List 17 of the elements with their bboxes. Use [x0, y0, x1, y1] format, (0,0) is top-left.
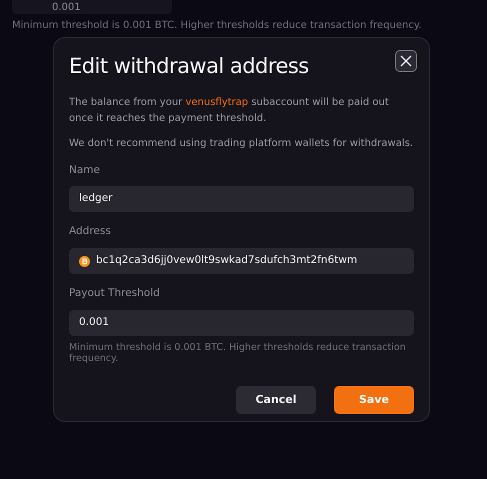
input-field[interactable]: bc1q2ca3d6jj0vew0lt9swkad7sdufch3mt2fn6twm	[69, 248, 414, 274]
input-field[interactable]: 0.001	[69, 310, 414, 336]
close-button[interactable]	[395, 50, 417, 72]
hint-text: Minimum threshold is 0.001 BTC. Higher thresholds reduce transaction frequency.	[69, 342, 407, 364]
subaccount-link[interactable]: venusflytrap	[185, 96, 248, 108]
field-label: Payout Threshold	[69, 286, 161, 301]
bitcoin-icon	[79, 256, 90, 266]
input-field[interactable]: ledger	[69, 186, 414, 212]
threshold-hint: Minimum threshold is 0.001 BTC. Higher thresholds reduce transaction frequency.	[12, 19, 423, 33]
cancel-button[interactable]: Cancel	[236, 386, 316, 414]
dialog-title: Edit withdrawal address	[69, 53, 309, 80]
close-icon	[400, 55, 412, 67]
warning-text: We don't recommend using trading platform wallets for withdrawals.	[69, 136, 414, 150]
field-label: Address	[69, 224, 112, 240]
field-label: Name	[69, 162, 101, 178]
threshold-field: 0.001	[12, 0, 172, 14]
intro-text: The balance from your venusflytrap subaccount will be paid out once it reaches the payment threshold.	[69, 96, 390, 126]
